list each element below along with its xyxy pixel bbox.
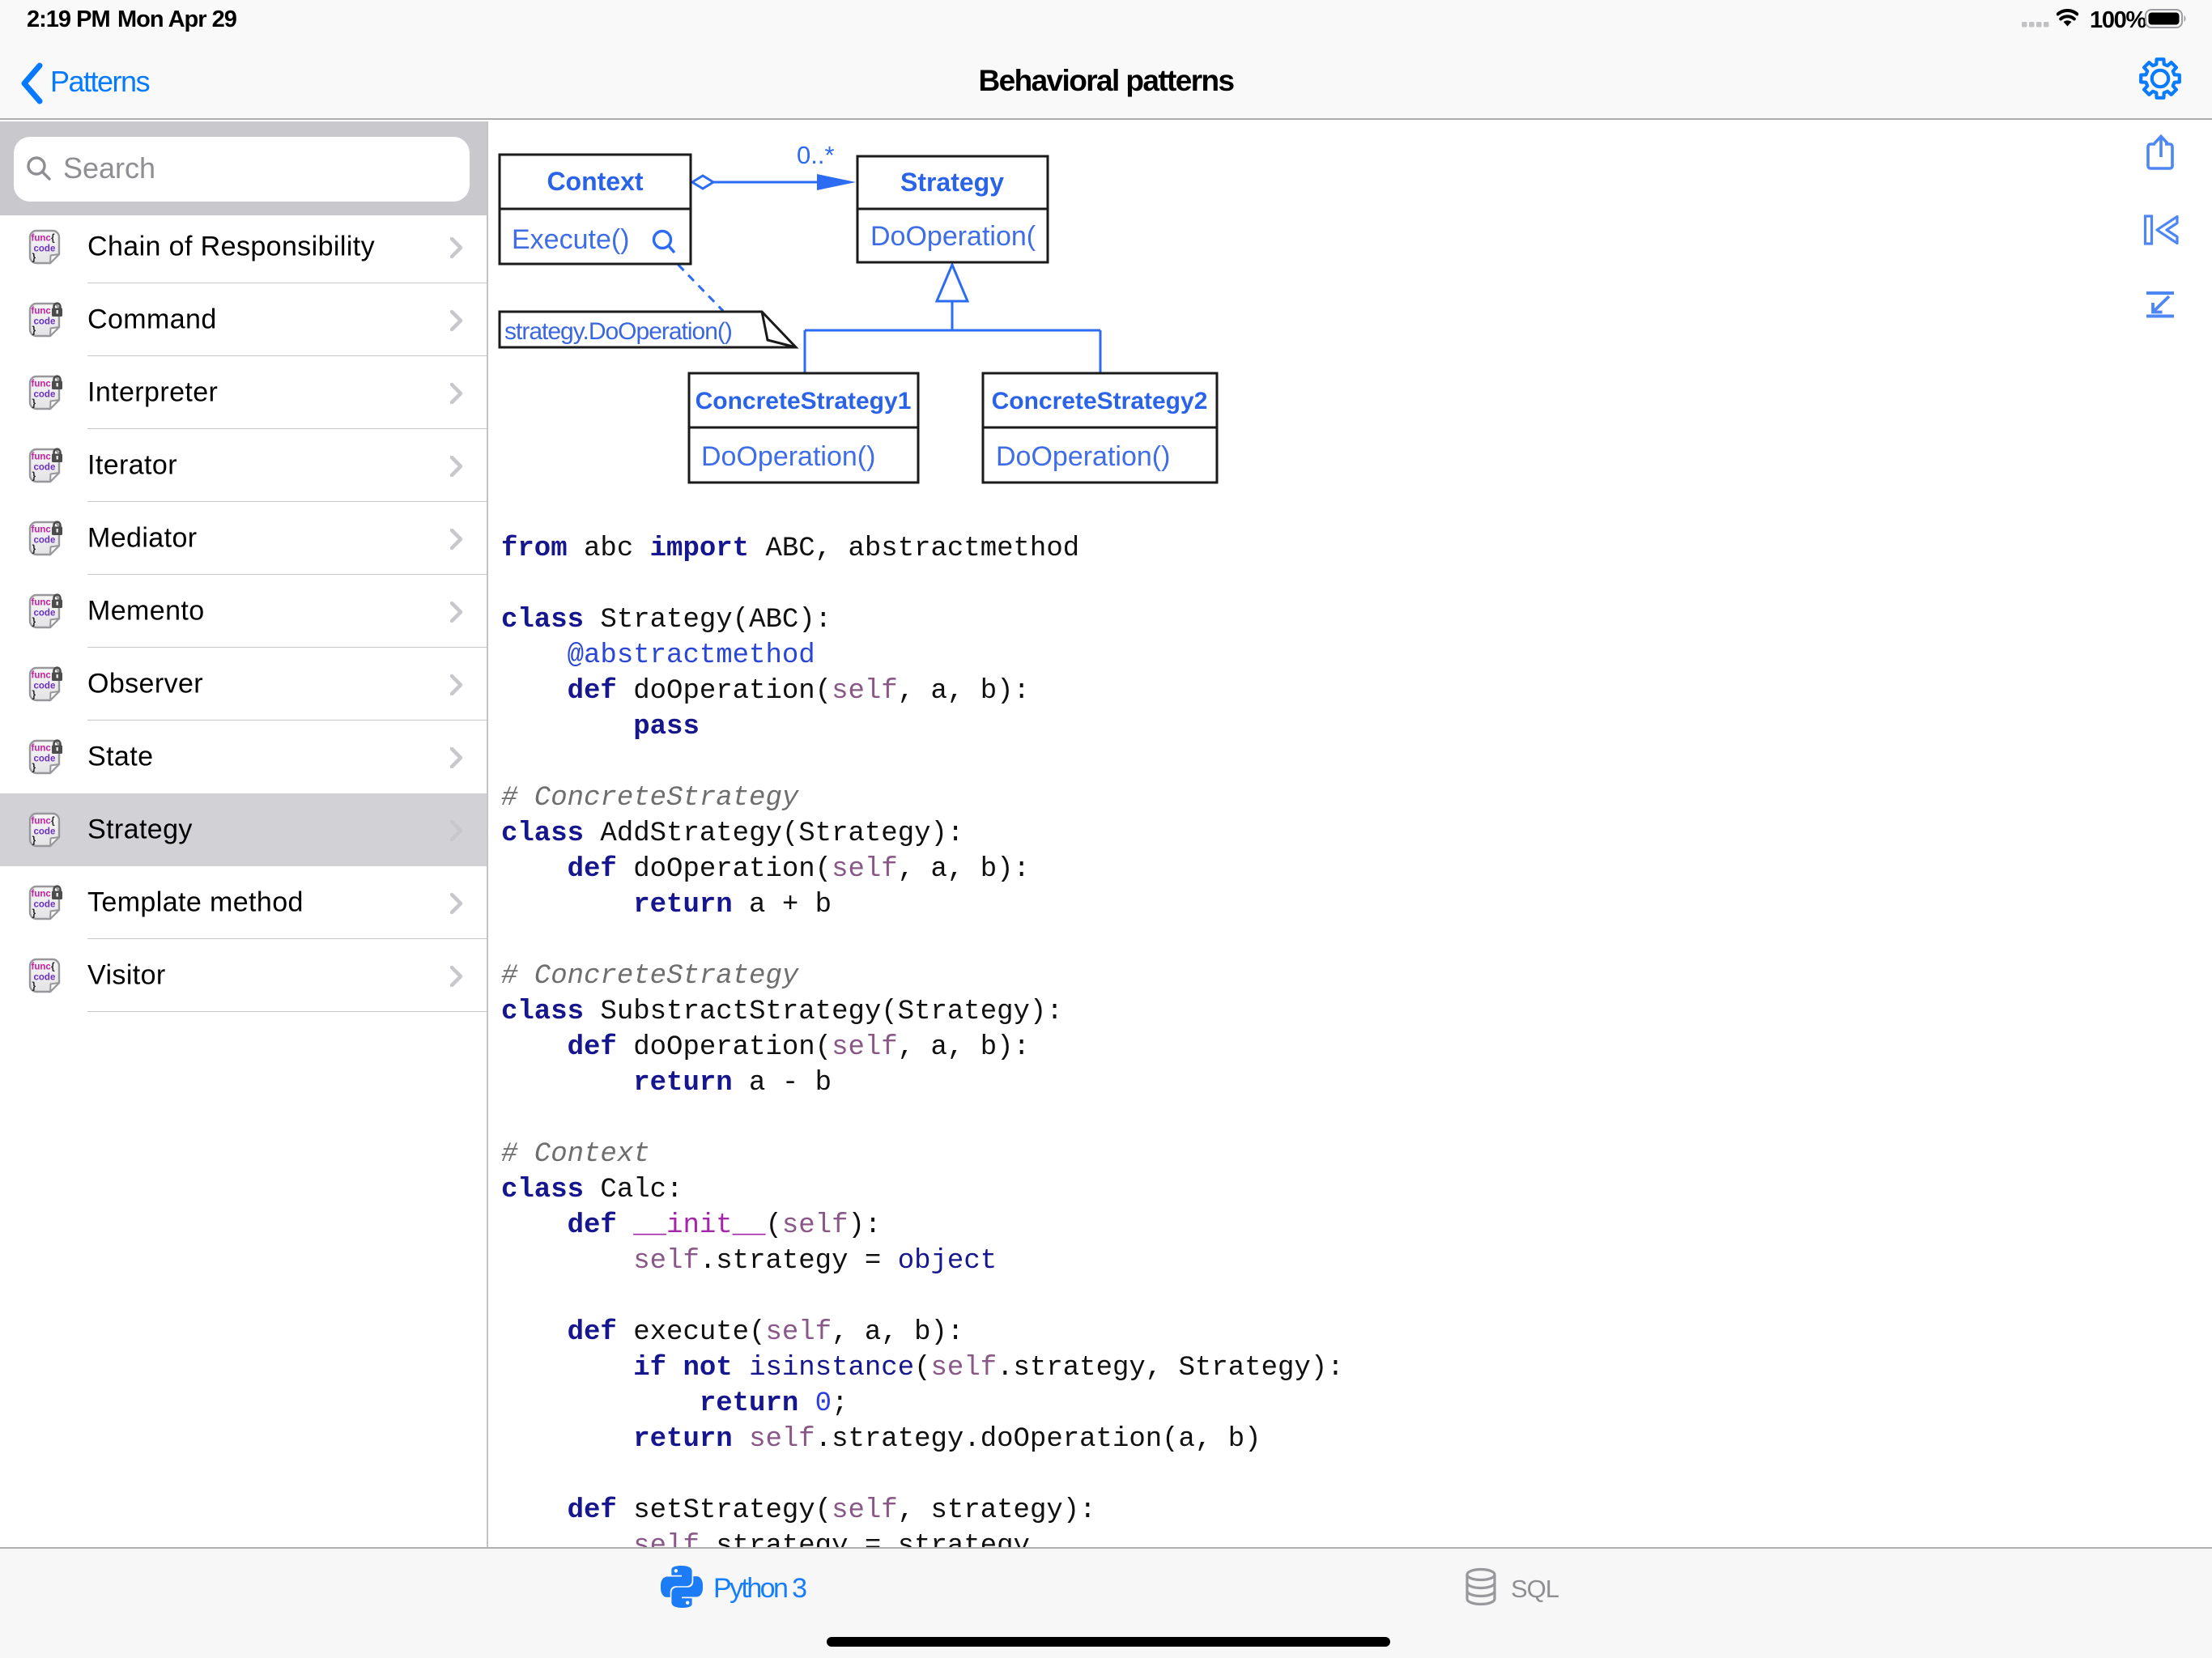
svg-text:0..*: 0..* — [797, 141, 835, 169]
svg-text:DoOperation(): DoOperation() — [996, 441, 1170, 472]
svg-text:ConcreteStrategy1: ConcreteStrategy1 — [696, 388, 912, 414]
svg-text:Execute(): Execute() — [512, 224, 630, 255]
svg-text:ConcreteStrategy2: ConcreteStrategy2 — [992, 388, 1208, 414]
svg-text:DoOperation(: DoOperation( — [870, 221, 1036, 252]
svg-text:Context: Context — [547, 167, 643, 196]
svg-text:strategy.DoOperation(): strategy.DoOperation() — [504, 318, 732, 345]
svg-text:DoOperation(): DoOperation() — [701, 441, 875, 472]
svg-text:Strategy: Strategy — [900, 168, 1004, 197]
